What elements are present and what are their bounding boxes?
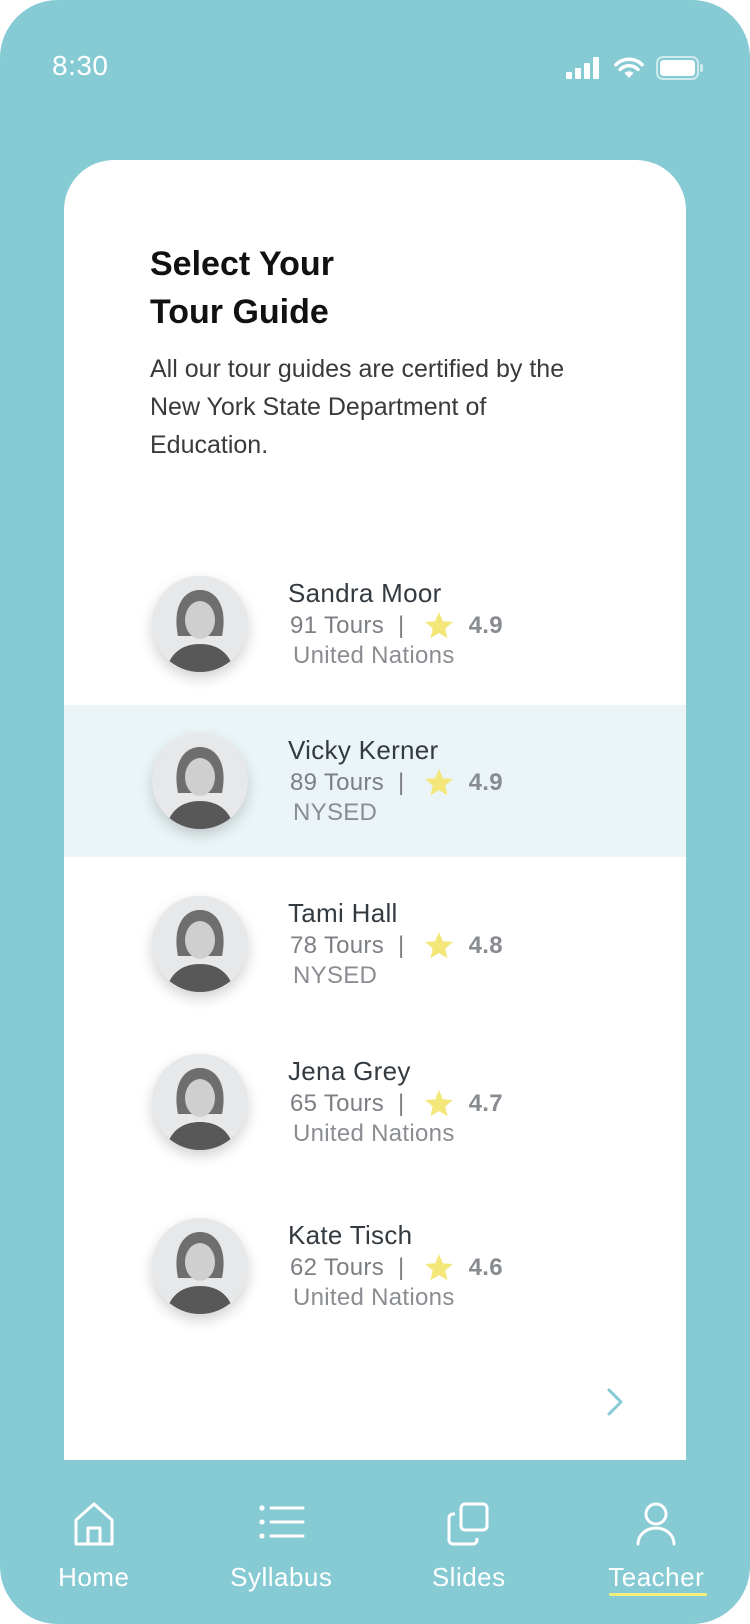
guide-organization: United Nations	[293, 1284, 455, 1311]
guide-rating: 4.8	[468, 932, 503, 959]
nav-item-slides[interactable]: Slides	[375, 1460, 563, 1624]
star-icon	[424, 769, 453, 796]
nav-label-teacher: Teacher	[608, 1562, 705, 1592]
avatar-portrait	[152, 1218, 248, 1314]
guide-tours: 65 Tours	[290, 1090, 385, 1117]
nav-item-syllabus[interactable]: Syllabus	[188, 1460, 376, 1624]
page-title-line1: Select Your	[150, 245, 334, 283]
guide-organization: NYSED	[293, 962, 378, 989]
guide-row[interactable]: Sandra Moor 91 Tours | 4.9 United Nations	[64, 548, 686, 700]
chevron-right-icon[interactable]	[600, 1382, 630, 1422]
avatar	[152, 1218, 248, 1314]
page-title-line2: Tour Guide	[150, 293, 329, 331]
guide-rating: 4.6	[468, 1254, 503, 1281]
avatar-portrait	[152, 1054, 248, 1150]
guide-stats: 78 Tours | 4.8	[290, 930, 503, 962]
star-icon	[424, 612, 453, 639]
guide-row[interactable]: Jena Grey 65 Tours | 4.7 United Nations	[64, 1026, 686, 1178]
slides-icon	[447, 1502, 489, 1546]
guide-name: Kate Tisch	[288, 1220, 413, 1250]
avatar	[152, 576, 248, 672]
avatar-portrait	[152, 733, 248, 829]
nav-label-home: Home	[58, 1562, 130, 1592]
list-icon	[259, 1505, 305, 1539]
battery-icon	[656, 56, 703, 80]
guide-organization: United Nations	[293, 1120, 455, 1147]
guide-row[interactable]: Kate Tisch 62 Tours | 4.6 United Nations	[64, 1190, 686, 1342]
star-icon	[424, 1254, 453, 1281]
active-tab-indicator	[608, 1593, 707, 1596]
nav-item-home[interactable]: Home	[0, 1460, 188, 1624]
avatar	[152, 733, 248, 829]
star-icon	[424, 932, 453, 959]
user-icon	[636, 1502, 676, 1546]
star-icon	[424, 1090, 453, 1117]
guide-tours: 62 Tours	[290, 1254, 385, 1281]
stats-separator: |	[398, 1090, 405, 1117]
home-icon	[74, 1502, 114, 1546]
guide-name: Tami Hall	[288, 898, 398, 928]
guide-rating: 4.7	[468, 1090, 503, 1117]
avatar	[152, 896, 248, 992]
guide-rating: 4.9	[468, 769, 503, 796]
nav-label-syllabus: Syllabus	[230, 1562, 333, 1592]
nav-item-teacher[interactable]: Teacher	[563, 1460, 750, 1624]
stats-separator: |	[398, 932, 405, 959]
guide-tours: 91 Tours	[290, 612, 385, 639]
guide-selection-card: Select Your Tour Guide All our tour guid…	[64, 160, 686, 1460]
avatar	[152, 1054, 248, 1150]
status-icons	[566, 56, 704, 80]
guide-stats: 91 Tours | 4.9	[290, 610, 503, 642]
guide-organization: NYSED	[293, 799, 378, 826]
stats-separator: |	[398, 612, 405, 639]
guide-name: Vicky Kerner	[288, 735, 439, 765]
guide-row[interactable]: Vicky Kerner 89 Tours | 4.9 NYSED	[64, 705, 686, 857]
wifi-icon	[614, 57, 644, 78]
nav-label-slides: Slides	[431, 1562, 506, 1592]
bottom-nav: Home Syllabus Slides Teacher	[0, 1460, 750, 1624]
guide-rating: 4.9	[468, 612, 503, 639]
stats-separator: |	[398, 1254, 405, 1281]
avatar-portrait	[152, 896, 248, 992]
signal-icon	[566, 57, 599, 79]
guide-name: Sandra Moor	[288, 578, 442, 608]
guide-name: Jena Grey	[288, 1056, 411, 1086]
page-subtitle: All our tour guides are certified by the…	[150, 355, 565, 459]
avatar-portrait	[152, 576, 248, 672]
phone-screen: 8:30 Select Your Tour Guide All our tour…	[0, 0, 750, 1624]
stats-separator: |	[398, 769, 405, 796]
guide-tours: 89 Tours	[290, 769, 385, 796]
guide-stats: 65 Tours | 4.7	[290, 1088, 503, 1120]
guide-organization: United Nations	[293, 642, 455, 669]
status-time: 8:30	[52, 50, 109, 81]
page-title: Select Your Tour Guide	[150, 240, 450, 336]
guide-stats: 89 Tours | 4.9	[290, 767, 503, 799]
guide-tours: 78 Tours	[290, 932, 385, 959]
guide-stats: 62 Tours | 4.6	[290, 1252, 503, 1284]
guide-row[interactable]: Tami Hall 78 Tours | 4.8 NYSED	[64, 868, 686, 1020]
